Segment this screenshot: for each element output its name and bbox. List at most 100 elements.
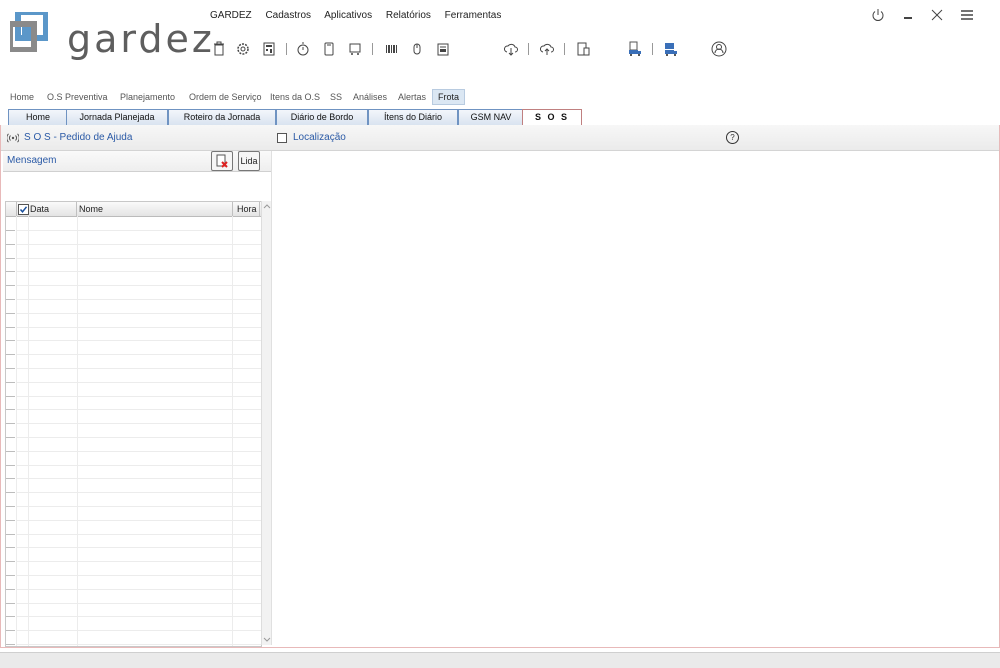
- row-indicator: [6, 630, 15, 632]
- nav-analises[interactable]: Análises: [348, 89, 392, 105]
- grid-row-line: [16, 464, 261, 466]
- tab-home[interactable]: Home: [8, 109, 68, 125]
- phone-icon[interactable]: [320, 38, 338, 60]
- nav-frota[interactable]: Frota: [432, 89, 466, 105]
- close-icon[interactable]: [928, 6, 946, 24]
- grid-row-line: [16, 271, 261, 273]
- map-area[interactable]: [271, 151, 998, 645]
- scroll-up-icon[interactable]: [263, 203, 271, 209]
- grid-row-line: [16, 423, 261, 425]
- grid-row-line: [16, 326, 261, 328]
- power-icon[interactable]: [869, 6, 887, 24]
- row-indicator: [6, 354, 15, 356]
- messages-grid: Data Nome Hora: [5, 201, 262, 647]
- row-indicator: [6, 409, 15, 411]
- grid-corner: [6, 202, 17, 216]
- grid-row-line: [16, 492, 261, 494]
- sos-panel: S O S - Pedido de Ajuda Localização ? Me…: [0, 125, 1000, 648]
- row-indicator: [6, 519, 15, 521]
- truck-report-icon[interactable]: [626, 38, 644, 60]
- cloud-download-icon[interactable]: [502, 38, 520, 60]
- panel-header: S O S - Pedido de Ajuda Localização ?: [1, 125, 999, 151]
- tab-diario-de-bordo[interactable]: Diário de Bordo: [276, 109, 368, 125]
- row-indicator: [6, 575, 15, 576]
- grid-row-line: [16, 312, 261, 314]
- minimize-icon[interactable]: [899, 6, 917, 24]
- lida-button[interactable]: Lida: [238, 151, 260, 171]
- row-indicator: [6, 533, 15, 535]
- column-data[interactable]: Data: [28, 202, 77, 216]
- nav-alertas[interactable]: Alertas: [393, 89, 431, 105]
- nav-planejamento[interactable]: Planejamento: [115, 89, 180, 105]
- row-indicator: [6, 285, 15, 287]
- column-nome[interactable]: Nome: [77, 202, 233, 216]
- tab-jornada-planejada[interactable]: Jornada Planejada: [66, 109, 168, 125]
- logo-mark-icon: [10, 12, 48, 52]
- tab-roteiro-da-jornada[interactable]: Roteiro da Jornada: [168, 109, 276, 125]
- truck-sync-icon[interactable]: [662, 38, 680, 60]
- menu-cadastros[interactable]: Cadastros: [265, 10, 311, 21]
- row-indicator: [6, 478, 15, 480]
- row-indicator: [6, 312, 15, 314]
- grid-row-line: [16, 644, 261, 645]
- row-indicator: [6, 326, 15, 328]
- help-icon[interactable]: ?: [726, 131, 739, 144]
- user-circle-icon[interactable]: [710, 38, 728, 60]
- cloud-upload-icon[interactable]: [538, 38, 556, 60]
- row-indicator: [6, 299, 15, 300]
- grid-row-line: [16, 478, 261, 480]
- cart-icon[interactable]: [346, 38, 364, 60]
- document-delete-icon: [216, 154, 228, 168]
- grid-row-line: [16, 368, 261, 369]
- scroll-down-icon[interactable]: [263, 637, 271, 643]
- column-hora[interactable]: Hora: [235, 202, 260, 216]
- tab-gsm-nav[interactable]: GSM NAV: [458, 109, 524, 125]
- gardez-logo: gardez: [10, 10, 212, 61]
- nav-ordem-de-servico[interactable]: Ordem de Serviço: [184, 89, 267, 105]
- tab-itens-do-diario[interactable]: Ítens do Diário: [368, 109, 458, 125]
- grid-row-line: [16, 381, 261, 383]
- trash-icon[interactable]: [210, 38, 228, 60]
- menu-ferramentas[interactable]: Ferramentas: [445, 10, 502, 21]
- devices-icon[interactable]: [574, 38, 592, 60]
- row-indicator: [6, 602, 15, 604]
- nav-itens-da-os[interactable]: Itens da O.S: [265, 89, 325, 105]
- grid-row-line: [16, 602, 261, 604]
- menu-relatorios[interactable]: Relatórios: [386, 10, 431, 21]
- grid-row-line: [16, 395, 261, 397]
- main-menu: GARDEZ Cadastros Aplicativos Relatórios …: [210, 10, 512, 21]
- tab-sos[interactable]: S O S: [522, 109, 582, 125]
- barcode-icon[interactable]: [382, 38, 400, 60]
- menu-aplicativos[interactable]: Aplicativos: [324, 10, 372, 21]
- row-indicator: [6, 243, 15, 245]
- row-indicator: [6, 464, 15, 466]
- calculator-icon[interactable]: [260, 38, 278, 60]
- hamburger-icon[interactable]: [958, 6, 976, 24]
- grid-row-line: [16, 409, 261, 411]
- message-bar: Mensagem Lida: [3, 151, 271, 172]
- row-indicator: [6, 368, 15, 369]
- grid-row-line: [16, 450, 261, 452]
- grid-column-line: [232, 216, 233, 646]
- nav-home[interactable]: Home: [5, 89, 39, 105]
- grid-row-line: [16, 299, 261, 300]
- nav-ss[interactable]: SS: [325, 89, 347, 105]
- localizacao-checkbox[interactable]: [277, 133, 287, 143]
- folder-icon[interactable]: [434, 38, 452, 60]
- panel-bottom-border: [0, 647, 1000, 648]
- delete-message-button[interactable]: [211, 151, 233, 171]
- row-indicator: [6, 381, 15, 383]
- menu-gardez[interactable]: GARDEZ: [210, 10, 252, 21]
- mouse-icon[interactable]: [408, 38, 426, 60]
- grid-row-line: [16, 243, 261, 245]
- row-indicator: [6, 506, 15, 507]
- row-indicator: [6, 644, 15, 645]
- stopwatch-icon[interactable]: [294, 38, 312, 60]
- status-bar: [0, 652, 1000, 668]
- gear-icon[interactable]: [234, 38, 252, 60]
- grid-row-line: [16, 340, 261, 342]
- nav-os-preventiva[interactable]: O.S Preventiva: [42, 89, 113, 105]
- grid-row-line: [16, 533, 261, 535]
- grid-column-line: [28, 216, 29, 646]
- grid-row-line: [16, 506, 261, 507]
